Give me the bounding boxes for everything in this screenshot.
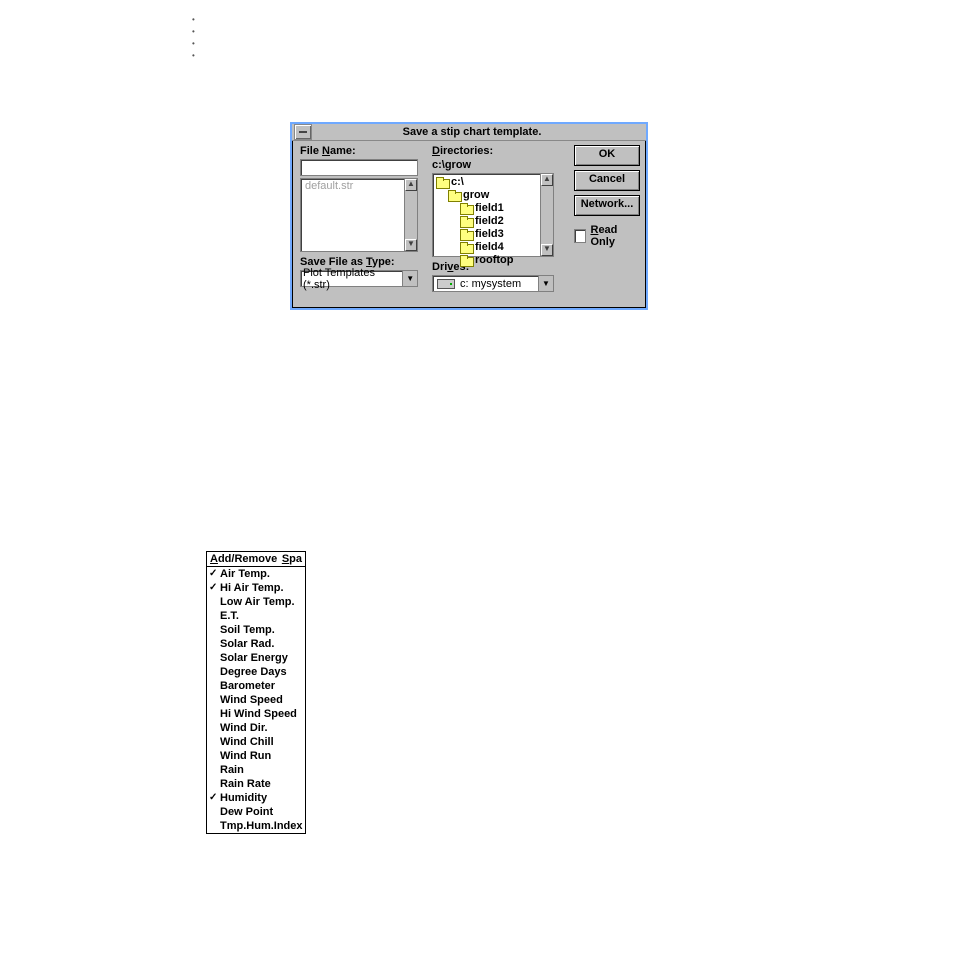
current-directory: c:\grow: [432, 159, 556, 171]
menu-item[interactable]: Wind Dir.: [207, 721, 305, 735]
network-button[interactable]: Network...: [574, 195, 640, 216]
dir-root[interactable]: c:\: [434, 175, 552, 188]
menu-item[interactable]: Low Air Temp.: [207, 595, 305, 609]
menu-item[interactable]: Wind Speed: [207, 693, 305, 707]
dir-scrollbar[interactable]: ▲ ▼: [540, 174, 553, 256]
titlebar[interactable]: Save a stip chart template.: [292, 124, 646, 141]
save-dialog: Save a stip chart template. File Name: d…: [290, 122, 648, 310]
menu-header-right: Spa: [282, 553, 302, 565]
menu-item[interactable]: Humidity: [207, 791, 305, 805]
save-type-value: Plot Templates (*.str): [301, 267, 402, 291]
filename-label: File Name:: [300, 145, 420, 157]
dialog-title: Save a stip chart template.: [314, 126, 646, 138]
folder-closed-icon: [460, 255, 472, 265]
menu-header-left: Add/Remove: [210, 553, 277, 565]
menu-item[interactable]: Rain Rate: [207, 777, 305, 791]
directories-label: Directories:: [432, 145, 556, 157]
menu-item[interactable]: Wind Run: [207, 749, 305, 763]
menu-item[interactable]: Hi Wind Speed: [207, 707, 305, 721]
menu-item[interactable]: Soil Temp.: [207, 623, 305, 637]
drives-value: c: mysystem: [458, 278, 521, 290]
combo-drop-icon[interactable]: ▼: [402, 271, 417, 286]
menu-item[interactable]: Hi Air Temp.: [207, 581, 305, 595]
save-type-combo[interactable]: Plot Templates (*.str) ▼: [300, 270, 418, 287]
drive-icon: [437, 279, 455, 289]
scroll-down-icon[interactable]: ▼: [541, 244, 553, 256]
menu-header[interactable]: Add/Remove Spa: [207, 552, 305, 567]
dir-child[interactable]: field1: [434, 201, 552, 214]
menu-item[interactable]: Solar Rad.: [207, 637, 305, 651]
filename-input[interactable]: [300, 159, 418, 176]
bullet-list: [192, 14, 195, 62]
file-list-item: default.str: [301, 179, 417, 193]
menu-item[interactable]: Degree Days: [207, 665, 305, 679]
folder-closed-icon: [460, 242, 472, 252]
combo-drop-icon[interactable]: ▼: [538, 276, 553, 291]
scroll-up-icon[interactable]: ▲: [541, 174, 553, 186]
file-listbox[interactable]: default.str ▲ ▼: [300, 178, 418, 252]
menu-item[interactable]: Air Temp.: [207, 567, 305, 581]
menu-item[interactable]: Solar Energy: [207, 651, 305, 665]
system-menu-icon[interactable]: [294, 124, 312, 140]
ok-button[interactable]: OK: [574, 145, 640, 166]
menu-item[interactable]: Dew Point: [207, 805, 305, 819]
menu-item[interactable]: E.T.: [207, 609, 305, 623]
add-remove-menu: Add/Remove Spa Air Temp.Hi Air Temp.Low …: [206, 551, 306, 834]
folder-closed-icon: [460, 229, 472, 239]
readonly-checkbox[interactable]: [574, 229, 586, 243]
folder-open-icon: [448, 190, 460, 200]
drives-combo[interactable]: c: mysystem ▼: [432, 275, 554, 292]
cancel-button[interactable]: Cancel: [574, 170, 640, 191]
dir-grow[interactable]: grow: [434, 188, 552, 201]
dir-child[interactable]: rooftop: [434, 253, 552, 266]
dir-child[interactable]: field3: [434, 227, 552, 240]
dir-child[interactable]: field2: [434, 214, 552, 227]
scroll-down-icon[interactable]: ▼: [405, 239, 417, 251]
directory-tree[interactable]: c:\ grow field1 field2 field3 field4 roo…: [432, 173, 554, 257]
readonly-label: Read Only: [590, 224, 638, 248]
folder-closed-icon: [460, 216, 472, 226]
menu-item[interactable]: Rain: [207, 763, 305, 777]
menu-item[interactable]: Barometer: [207, 679, 305, 693]
file-list-scrollbar[interactable]: ▲ ▼: [404, 179, 417, 251]
menu-item[interactable]: Wind Chill: [207, 735, 305, 749]
folder-open-icon: [436, 177, 448, 187]
menu-item[interactable]: Tmp.Hum.Index: [207, 819, 305, 833]
dir-child[interactable]: field4: [434, 240, 552, 253]
folder-closed-icon: [460, 203, 472, 213]
scroll-up-icon[interactable]: ▲: [405, 179, 417, 191]
